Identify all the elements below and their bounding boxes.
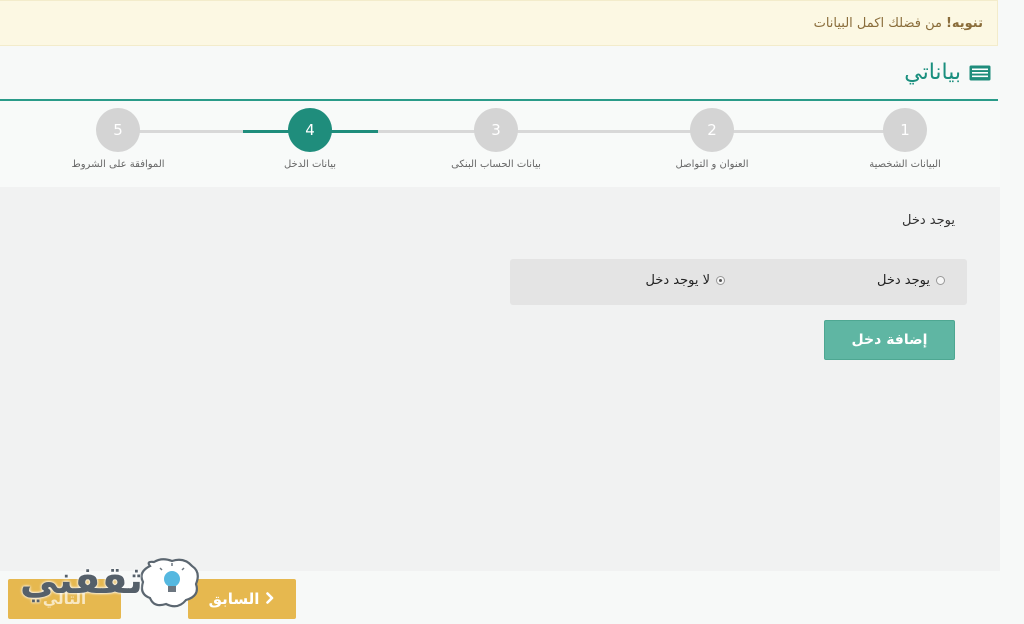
radio-label: لا يوجد دخل (645, 273, 710, 288)
step-income-data[interactable]: 4 بيانات الدخل (240, 108, 380, 170)
step-number: 1 (883, 108, 927, 152)
radio-no-income-dot[interactable] (716, 276, 725, 285)
step-label: العنوان و التواصل (675, 159, 749, 170)
previous-label: السابق (208, 590, 260, 608)
radio-has-income[interactable]: يوجد دخل (877, 273, 945, 288)
step-label: بيانات الحساب البنكى (451, 159, 541, 170)
step-number: 4 (288, 108, 332, 152)
section-title: بياناتي (904, 60, 961, 85)
income-radio-group: يوجد دخل لا يوجد دخل (510, 259, 967, 305)
watermark-logo: ثقفني (20, 556, 210, 620)
warning-alert: تنويه! من فضلك اكمل البيانات (0, 0, 998, 46)
alert-message: من فضلك اكمل البيانات (813, 15, 942, 31)
page: تنويه! من فضلك اكمل البيانات بياناتي 1 ا… (0, 0, 1024, 624)
step-label: الموافقة على الشروط (71, 159, 165, 170)
add-income-button[interactable]: إضافة دخل (824, 320, 955, 360)
radio-has-income-dot[interactable] (936, 276, 945, 285)
wizard-stepper: 1 البيانات الشخصية 2 العنوان و التواصل 3… (0, 101, 1000, 187)
income-form-panel: يوجد دخل يوجد دخل لا يوجد دخل إضافة دخل (0, 187, 1000, 571)
step-number: 2 (690, 108, 734, 152)
step-address-contact[interactable]: 2 العنوان و التواصل (642, 108, 782, 170)
step-bank-account[interactable]: 3 بيانات الحساب البنكى (426, 108, 566, 170)
step-terms-agreement[interactable]: 5 الموافقة على الشروط (48, 108, 188, 170)
chevron-right-icon (265, 590, 275, 608)
section-header: بياناتي (904, 60, 991, 85)
step-label: بيانات الدخل (283, 159, 337, 170)
alert-strong: تنويه! (945, 15, 983, 31)
card-icon (969, 65, 991, 81)
radio-label: يوجد دخل (877, 273, 930, 288)
step-label: البيانات الشخصية (869, 159, 941, 170)
income-question: يوجد دخل (902, 213, 955, 228)
step-number: 5 (96, 108, 140, 152)
step-number: 3 (474, 108, 518, 152)
lightbulb-icon (140, 558, 199, 608)
watermark-text: ثقفني (20, 558, 144, 602)
step-personal-info[interactable]: 1 البيانات الشخصية (835, 108, 975, 170)
radio-no-income[interactable]: لا يوجد دخل (645, 273, 725, 288)
